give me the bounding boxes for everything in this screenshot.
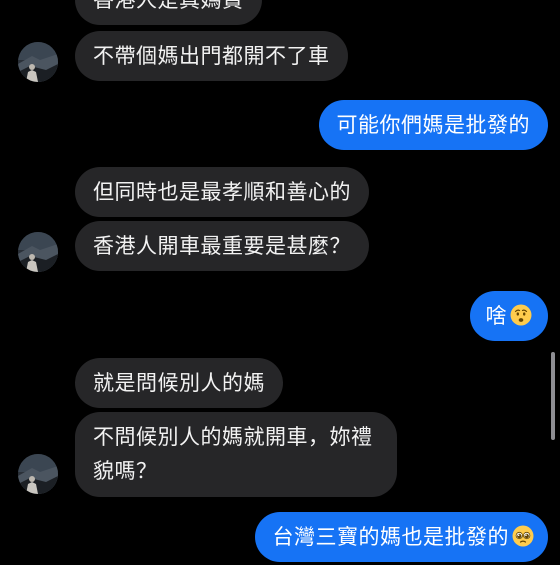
contact-avatar[interactable]: [18, 42, 58, 82]
message-bubble-incoming[interactable]: 但同時也是最孝順和善心的: [75, 167, 369, 217]
avatar-image: [18, 232, 58, 272]
message-bubble-outgoing[interactable]: 啥: [469, 291, 548, 341]
message-bubble-incoming[interactable]: 不帶個媽出門都開不了車: [75, 31, 348, 81]
message-text: 但同時也是最孝順和善心的: [93, 180, 351, 204]
message-text: 不帶個媽出門都開不了車: [93, 44, 330, 68]
message-text: 台灣三寶的媽也是批發的: [272, 525, 509, 549]
message-text: 不問候別人的媽就開車，妳禮貌嗎？: [93, 425, 373, 483]
avatar-image: [18, 454, 58, 494]
anxious-face-icon: [510, 294, 532, 326]
message-text: 香港人開車最重要是甚麼？: [93, 234, 351, 258]
contact-avatar[interactable]: [18, 232, 58, 272]
message-text: 香港人是真媽貴: [93, 0, 244, 12]
message-bubble-incoming[interactable]: 不問候別人的媽就開車，妳禮貌嗎？: [75, 412, 397, 497]
message-bubble-incoming[interactable]: 就是問候別人的媽: [75, 358, 283, 408]
message-bubble-incoming[interactable]: 香港人是真媽貴: [75, 0, 262, 25]
contact-avatar[interactable]: [18, 454, 58, 494]
message-text: 就是問候別人的媽: [93, 371, 265, 395]
scrollbar-thumb[interactable]: [551, 352, 555, 440]
pleading-face-icon: [512, 515, 534, 547]
message-bubble-outgoing[interactable]: 台灣三寶的媽也是批發的: [254, 512, 548, 562]
message-bubble-incoming[interactable]: 香港人開車最重要是甚麼？: [75, 221, 369, 271]
message-text: 啥: [485, 304, 507, 328]
message-text: 可能你們媽是批發的: [336, 113, 530, 137]
message-bubble-outgoing[interactable]: 可能你們媽是批發的: [318, 100, 548, 150]
avatar-image: [18, 42, 58, 82]
